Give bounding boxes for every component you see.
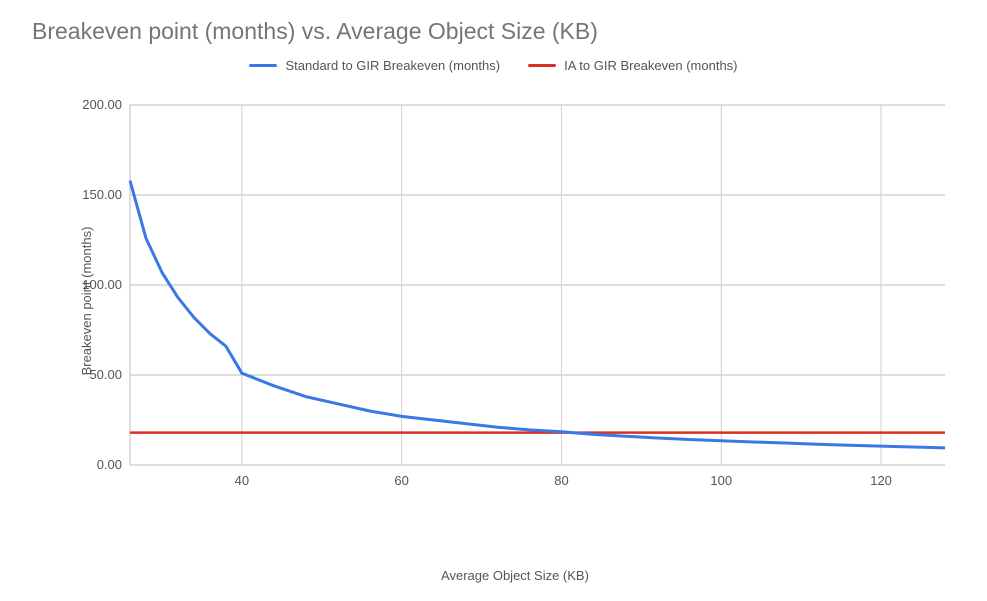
svg-text:60: 60 [394, 473, 408, 488]
svg-text:40: 40 [235, 473, 249, 488]
legend: Standard to GIR Breakeven (months) IA to… [0, 58, 987, 73]
legend-label: IA to GIR Breakeven (months) [564, 58, 737, 73]
svg-text:200.00: 200.00 [82, 97, 122, 112]
plot-area: 0.00 50.00 100.00 150.00 200.00 40 60 80 100 120 [75, 95, 955, 505]
svg-text:50.00: 50.00 [89, 367, 122, 382]
legend-swatch-icon [528, 64, 556, 67]
legend-item-standard: Standard to GIR Breakeven (months) [249, 58, 500, 73]
legend-label: Standard to GIR Breakeven (months) [285, 58, 500, 73]
svg-text:100.00: 100.00 [82, 277, 122, 292]
legend-item-ia: IA to GIR Breakeven (months) [528, 58, 737, 73]
svg-text:100: 100 [710, 473, 732, 488]
svg-text:120: 120 [870, 473, 892, 488]
svg-text:80: 80 [554, 473, 568, 488]
legend-swatch-icon [249, 64, 277, 67]
chart-container: Breakeven point (months) vs. Average Obj… [0, 0, 987, 601]
chart-title: Breakeven point (months) vs. Average Obj… [32, 18, 598, 45]
svg-text:150.00: 150.00 [82, 187, 122, 202]
x-axis-label: Average Object Size (KB) [75, 568, 955, 583]
svg-text:0.00: 0.00 [97, 457, 122, 472]
series-standard-to-gir [130, 181, 945, 448]
